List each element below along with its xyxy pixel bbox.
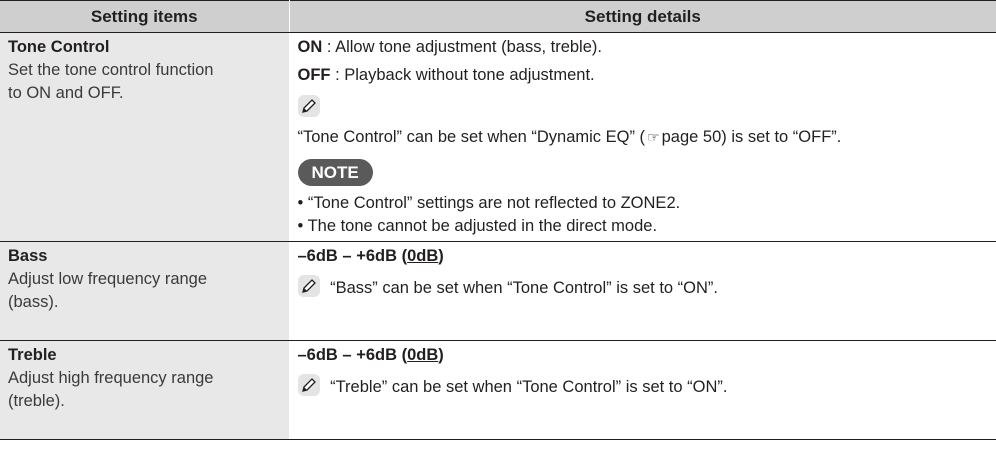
item-title: Tone Control bbox=[8, 38, 110, 56]
hint-text: “Bass” can be set when “Tone Control” is… bbox=[330, 279, 718, 297]
range-value: –6dB – +6dB (0dB) bbox=[297, 346, 444, 364]
option-off: OFF : Playback without tone adjustment. bbox=[297, 66, 595, 84]
hint-block: “Bass” can be set when “Tone Control” is… bbox=[297, 275, 989, 300]
setting-item-cell: Tone Control Set the tone control functi… bbox=[0, 32, 290, 242]
default-value: 0dB bbox=[407, 346, 439, 364]
pencil-icon bbox=[297, 374, 320, 396]
item-description: Set the tone control function bbox=[8, 61, 214, 79]
table-row: Treble Adjust high frequency range (treb… bbox=[0, 340, 996, 440]
item-description: to ON and OFF. bbox=[8, 84, 124, 102]
item-title: Treble bbox=[8, 346, 57, 364]
range-value: –6dB – +6dB (0dB) bbox=[297, 247, 444, 265]
option-on: ON : Allow tone adjustment (bass, treble… bbox=[297, 38, 602, 56]
hint-text: “Treble” can be set when “Tone Control” … bbox=[330, 378, 728, 396]
item-description: Adjust high frequency range bbox=[8, 369, 214, 387]
header-setting-details: Setting details bbox=[289, 0, 996, 33]
item-description: (treble). bbox=[8, 392, 65, 410]
hint-text: “Tone Control” can be set when “Dynamic … bbox=[297, 128, 842, 146]
hint-block: “Tone Control” can be set when “Dynamic … bbox=[297, 95, 989, 149]
setting-item-cell: Bass Adjust low frequency range (bass). bbox=[0, 241, 290, 341]
table-row: Bass Adjust low frequency range (bass). … bbox=[0, 241, 996, 341]
hint-block: “Treble” can be set when “Tone Control” … bbox=[297, 374, 989, 399]
setting-details-cell: –6dB – +6dB (0dB) “Bass” can be set when… bbox=[289, 241, 996, 341]
pencil-icon bbox=[297, 95, 320, 117]
note-list: • “Tone Control” settings are not reflec… bbox=[298, 192, 989, 238]
item-description: (bass). bbox=[8, 293, 59, 311]
table-header-row: Setting items Setting details bbox=[0, 0, 996, 33]
setting-item-cell: Treble Adjust high frequency range (treb… bbox=[0, 340, 290, 440]
item-title: Bass bbox=[8, 247, 48, 265]
list-item: • The tone cannot be adjusted in the dir… bbox=[297, 217, 658, 235]
header-setting-items: Setting items bbox=[0, 0, 290, 33]
list-item: • “Tone Control” settings are not reflec… bbox=[297, 194, 681, 212]
table-row: Tone Control Set the tone control functi… bbox=[0, 32, 996, 242]
setting-details-cell: ON : Allow tone adjustment (bass, treble… bbox=[289, 32, 996, 242]
pencil-icon bbox=[297, 275, 320, 297]
settings-page: Setting items Setting details Tone Contr… bbox=[0, 0, 996, 466]
note-badge: NOTE bbox=[297, 159, 373, 186]
page-reference-icon: ☞ bbox=[647, 129, 660, 145]
default-value: 0dB bbox=[407, 247, 439, 265]
settings-table: Setting items Setting details Tone Contr… bbox=[0, 0, 996, 440]
setting-details-cell: –6dB – +6dB (0dB) “Treble” can be set wh… bbox=[289, 340, 996, 440]
item-description: Adjust low frequency range bbox=[8, 270, 208, 288]
